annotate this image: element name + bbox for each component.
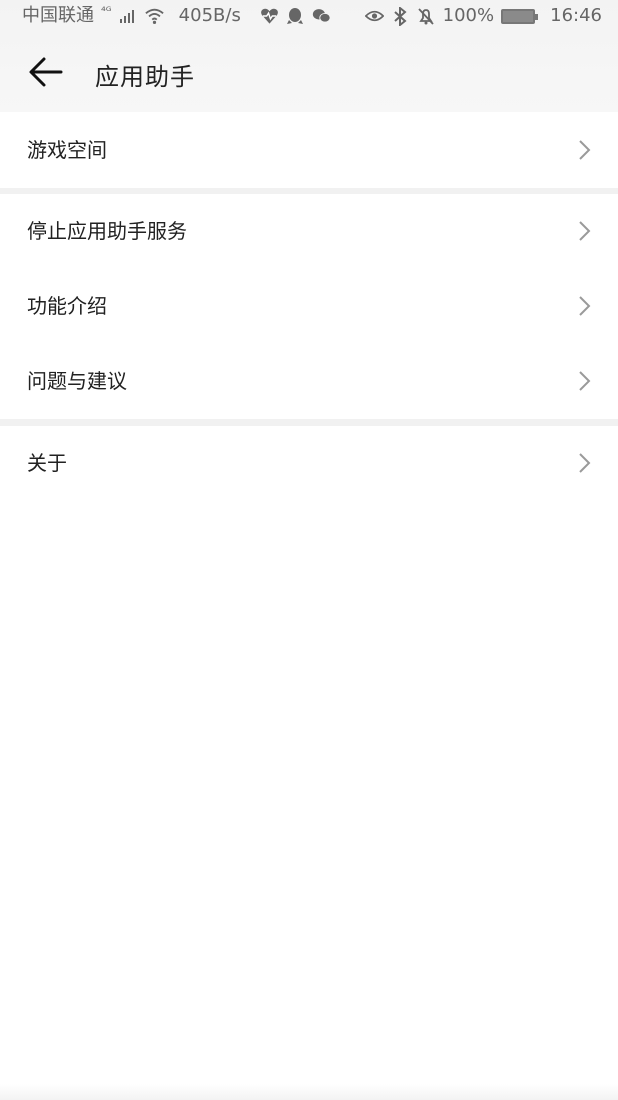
network-speed: 405B/s xyxy=(178,5,241,26)
section-service: 停止应用助手服务 功能介绍 问题与建议 xyxy=(0,194,618,419)
chevron-right-icon xyxy=(579,140,591,160)
heart-rate-icon xyxy=(260,7,279,26)
section-game: 游戏空间 xyxy=(0,113,618,188)
stop-service-label: 停止应用助手服务 xyxy=(27,219,187,243)
list-item-game-space[interactable]: 游戏空间 xyxy=(0,113,618,187)
battery-icon xyxy=(501,8,539,24)
feature-intro-label: 功能介绍 xyxy=(27,294,107,318)
app-header: 应用助手 xyxy=(0,32,618,112)
wifi-icon xyxy=(144,7,164,26)
app-screen: 中国联通 ⁴ᴳ 405B/s 100% 16:46 应用助手 游戏空间 停止应用… xyxy=(0,0,618,1100)
qq-icon xyxy=(286,7,305,26)
page-title: 应用助手 xyxy=(95,63,195,91)
chevron-right-icon xyxy=(579,453,591,473)
status-time: 16:46 xyxy=(550,5,602,26)
eye-icon xyxy=(364,7,384,26)
status-bar: 中国联通 ⁴ᴳ 405B/s 100% 16:46 xyxy=(0,0,618,32)
bluetooth-icon xyxy=(391,6,410,26)
chevron-right-icon xyxy=(579,296,591,316)
list-item-stop-service[interactable]: 停止应用助手服务 xyxy=(0,194,618,268)
about-label: 关于 xyxy=(27,451,67,475)
status-left: 中国联通 ⁴ᴳ 405B/s xyxy=(22,4,331,27)
bottom-shadow xyxy=(0,1084,618,1100)
list-item-about[interactable]: 关于 xyxy=(0,426,618,500)
list-item-feedback[interactable]: 问题与建议 xyxy=(0,344,618,418)
status-right: 100% 16:46 xyxy=(364,5,602,27)
wechat-icon xyxy=(312,7,331,26)
chevron-right-icon xyxy=(579,221,591,241)
signal-icon xyxy=(119,7,138,26)
section-about: 关于 xyxy=(0,426,618,501)
section-separator xyxy=(0,419,618,426)
game-space-label: 游戏空间 xyxy=(27,138,107,162)
network-label: ⁴ᴳ xyxy=(101,4,112,18)
feedback-label: 问题与建议 xyxy=(27,369,127,393)
back-button[interactable] xyxy=(20,50,72,98)
carrier-label: 中国联通 xyxy=(22,5,94,26)
list-item-feature-intro[interactable]: 功能介绍 xyxy=(0,269,618,343)
battery-percent: 100% xyxy=(442,5,495,26)
arrow-left-icon xyxy=(28,56,64,92)
chevron-right-icon xyxy=(579,371,591,391)
mute-icon xyxy=(417,7,436,26)
top-bar: 中国联通 ⁴ᴳ 405B/s 100% 16:46 应用助手 xyxy=(0,0,618,112)
